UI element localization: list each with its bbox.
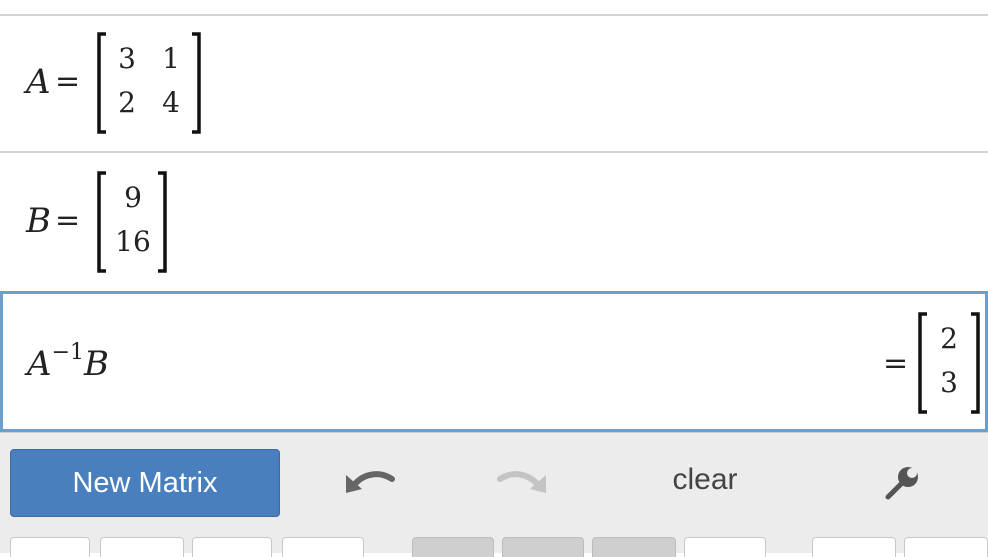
keypad-key[interactable]: [684, 537, 766, 557]
keypad-key[interactable]: [812, 537, 896, 557]
keypad-key[interactable]: [592, 537, 676, 557]
equals-sign: =: [55, 64, 81, 99]
matrix-cell[interactable]: 9: [113, 181, 153, 214]
expression-row-a[interactable]: A = 3 1 2 4: [0, 16, 988, 153]
right-bracket-icon: [192, 32, 201, 134]
variable-label: B: [26, 201, 51, 241]
keypad-key[interactable]: [192, 537, 272, 557]
top-spacer: [0, 0, 988, 16]
matrix-cell[interactable]: 1: [151, 42, 191, 75]
result-cell: 3: [940, 366, 958, 399]
result-cell: 2: [940, 322, 958, 355]
keypad-row: [0, 537, 988, 557]
equals-sign: =: [55, 203, 81, 238]
matrix-cell[interactable]: 3: [107, 42, 147, 75]
new-matrix-button[interactable]: New Matrix: [10, 449, 280, 517]
clear-button[interactable]: clear: [652, 463, 758, 503]
wrench-icon[interactable]: [884, 463, 922, 501]
result-equals-sign: =: [883, 346, 909, 381]
keypad-key[interactable]: [904, 537, 988, 557]
expression-row-b[interactable]: B = 9 16: [0, 155, 988, 291]
right-bracket-icon: [971, 312, 980, 414]
expression-input[interactable]: A−1B: [27, 340, 109, 384]
left-bracket-icon: [97, 171, 106, 273]
matrix-cell[interactable]: 2: [107, 86, 147, 119]
expression-exponent: −1: [51, 340, 84, 365]
undo-icon[interactable]: [340, 463, 396, 501]
right-bracket-icon: [158, 171, 167, 273]
variable-label: A: [26, 62, 51, 102]
expression-base: A: [27, 344, 52, 384]
redo-icon[interactable]: [496, 463, 552, 501]
keypad-key[interactable]: [10, 537, 90, 557]
matrix-cell[interactable]: 16: [113, 225, 153, 258]
matrix-cell[interactable]: 4: [151, 86, 191, 119]
keypad-key[interactable]: [502, 537, 584, 557]
expression-rest: B: [84, 344, 109, 384]
keypad-key[interactable]: [100, 537, 184, 557]
keypad-key[interactable]: [282, 537, 364, 557]
left-bracket-icon: [918, 312, 927, 414]
expression-row-active[interactable]: A−1B = 2 3: [0, 291, 988, 432]
keypad-key[interactable]: [412, 537, 494, 557]
toolbar: New Matrix clear: [0, 432, 988, 557]
